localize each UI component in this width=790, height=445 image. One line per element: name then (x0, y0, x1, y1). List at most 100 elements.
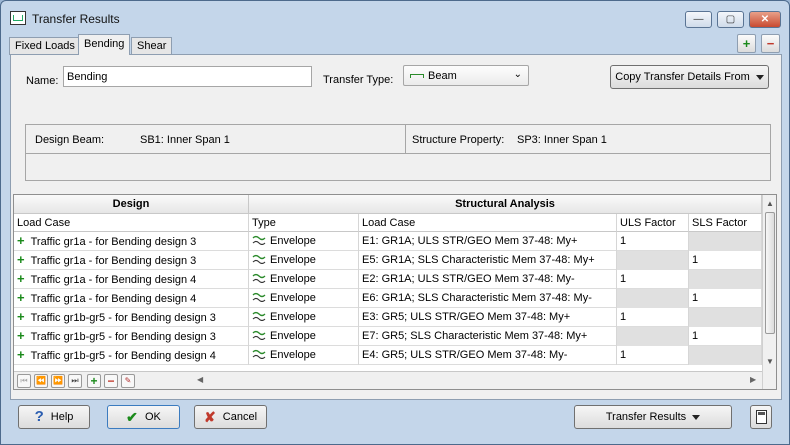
uls-factor-cell[interactable] (617, 289, 689, 308)
sls-factor-cell[interactable] (689, 308, 762, 327)
design-load-case-text: Traffic gr1a - for Bending design 3 (30, 255, 197, 267)
table-row[interactable]: + Traffic gr1b-gr5 - for Bending design 3… (14, 327, 762, 346)
transfer-type-select[interactable]: Beam ⌄ (403, 65, 529, 86)
col-header-design-load-case[interactable]: Load Case (14, 214, 249, 232)
name-label: Name: (26, 75, 59, 87)
type-cell[interactable]: Envelope (249, 289, 359, 308)
sa-load-case-cell[interactable]: E4: GR5; ULS STR/GEO Mem 37-48: My- (359, 346, 617, 365)
sls-factor-cell[interactable] (689, 270, 762, 289)
tab-fixed-loads[interactable]: Fixed Loads (9, 37, 81, 55)
col-header-type[interactable]: Type (249, 214, 359, 232)
edit-row-icon[interactable]: ✎ (121, 374, 135, 388)
envelope-icon (252, 292, 266, 303)
scroll-up-icon[interactable]: ▲ (766, 199, 774, 208)
type-text: Envelope (270, 235, 316, 247)
uls-factor-cell[interactable]: 1 (617, 308, 689, 327)
scroll-right-icon[interactable]: ▶ (750, 375, 756, 384)
table-row[interactable]: + Traffic gr1b-gr5 - for Bending design 4… (14, 346, 762, 365)
sa-load-case-cell[interactable]: E6: GR1A; SLS Characteristic Mem 37-48: … (359, 289, 617, 308)
last-record-icon[interactable]: ⏭ (68, 374, 82, 388)
ok-button[interactable]: ✔ OK (107, 405, 180, 429)
ok-label: OK (144, 411, 161, 423)
sa-load-case-cell[interactable]: E7: GR5; SLS Characteristic Mem 37-48: M… (359, 327, 617, 346)
design-load-case-text: Traffic gr1a - for Bending design 4 (30, 274, 197, 286)
add-icon[interactable]: + (17, 347, 25, 362)
calculator-button[interactable] (750, 405, 772, 429)
tab-label: Fixed Loads (15, 40, 75, 52)
sa-load-case-cell[interactable]: E5: GR1A; SLS Characteristic Mem 37-48: … (359, 251, 617, 270)
transfer-results-button[interactable]: Transfer Results (574, 405, 732, 429)
add-row-icon[interactable]: + (87, 374, 101, 388)
type-cell[interactable]: Envelope (249, 251, 359, 270)
add-transfer-button[interactable]: + (737, 34, 756, 53)
prev-record-icon[interactable]: ⏪ (34, 374, 48, 388)
table-row[interactable]: + Traffic gr1a - for Bending design 3 Enve… (14, 251, 762, 270)
uls-factor-cell[interactable]: 1 (617, 270, 689, 289)
col-header-sa-load-case[interactable]: Load Case (359, 214, 617, 232)
col-header-uls-factor[interactable]: ULS Factor (617, 214, 689, 232)
design-load-case-cell[interactable]: + Traffic gr1a - for Bending design 3 (14, 251, 249, 270)
uls-factor-cell[interactable] (617, 327, 689, 346)
design-load-case-cell[interactable]: + Traffic gr1a - for Bending design 3 (14, 232, 249, 251)
table-row[interactable]: + Traffic gr1a - for Bending design 3 Enve… (14, 232, 762, 251)
table-row[interactable]: + Traffic gr1a - for Bending design 4 Enve… (14, 270, 762, 289)
uls-factor-cell[interactable] (617, 251, 689, 270)
design-load-case-cell[interactable]: + Traffic gr1b-gr5 - for Bending design 4 (14, 346, 249, 365)
sls-factor-cell[interactable] (689, 346, 762, 365)
table-row[interactable]: + Traffic gr1a - for Bending design 4 Enve… (14, 289, 762, 308)
add-icon[interactable]: + (17, 271, 25, 286)
sls-factor-cell[interactable]: 1 (689, 289, 762, 308)
add-icon[interactable]: + (17, 233, 25, 248)
add-icon[interactable]: + (17, 252, 25, 267)
delete-row-icon[interactable]: − (104, 374, 118, 388)
add-icon[interactable]: + (17, 290, 25, 305)
add-icon[interactable]: + (17, 309, 25, 324)
sls-factor-cell[interactable] (689, 232, 762, 251)
transfer-type-label: Transfer Type: (323, 74, 394, 86)
type-cell[interactable]: Envelope (249, 232, 359, 251)
maximize-button[interactable]: ▢ (717, 11, 744, 28)
remove-transfer-button[interactable]: − (761, 34, 780, 53)
tab-shear[interactable]: Shear (131, 37, 173, 55)
scroll-down-icon[interactable]: ▼ (766, 357, 774, 366)
sls-factor-cell[interactable]: 1 (689, 327, 762, 346)
tab-label: Bending (84, 38, 125, 50)
sls-factor-cell[interactable]: 1 (689, 251, 762, 270)
type-cell[interactable]: Envelope (249, 308, 359, 327)
sa-load-case-cell[interactable]: E2: GR1A; ULS STR/GEO Mem 37-48: My- (359, 270, 617, 289)
sa-load-case-cell[interactable]: E3: GR5; ULS STR/GEO Mem 37-48: My+ (359, 308, 617, 327)
sa-load-case-cell[interactable]: E1: GR1A; ULS STR/GEO Mem 37-48: My+ (359, 232, 617, 251)
design-load-case-cell[interactable]: + Traffic gr1b-gr5 - for Bending design 3 (14, 308, 249, 327)
type-cell[interactable]: Envelope (249, 270, 359, 289)
design-load-case-cell[interactable]: + Traffic gr1a - for Bending design 4 (14, 289, 249, 308)
tab-bending[interactable]: Bending (78, 34, 131, 55)
transfer-grid: Design Structural Analysis Load Case Typ… (13, 194, 777, 390)
help-button[interactable]: ? Help (18, 405, 90, 429)
add-icon[interactable]: + (17, 328, 25, 343)
type-text: Envelope (270, 330, 316, 342)
copy-transfer-details-button[interactable]: Copy Transfer Details From (610, 65, 769, 89)
sa-load-case-text: E3: GR5; ULS STR/GEO Mem 37-48: My+ (362, 311, 571, 323)
envelope-icon (252, 254, 266, 265)
col-header-sls-factor[interactable]: SLS Factor (689, 214, 762, 232)
title-bar[interactable]: Transfer Results — ▢ ✕ (1, 1, 789, 33)
type-cell[interactable]: Envelope (249, 327, 359, 346)
table-row[interactable]: + Traffic gr1b-gr5 - for Bending design 3… (14, 308, 762, 327)
sls-factor-text: 1 (692, 254, 699, 266)
scrollbar-thumb[interactable] (765, 212, 775, 334)
type-cell[interactable]: Envelope (249, 346, 359, 365)
dropdown-caret-icon (755, 74, 764, 80)
design-load-case-cell[interactable]: + Traffic gr1b-gr5 - for Bending design 3 (14, 327, 249, 346)
minimize-button[interactable]: — (685, 11, 712, 28)
scroll-left-icon[interactable]: ◀ (197, 375, 203, 384)
next-record-icon[interactable]: ⏩ (51, 374, 65, 388)
first-record-icon[interactable]: ⏮ (17, 374, 31, 388)
vertical-scrollbar[interactable]: ▲ ▼ (762, 195, 776, 389)
structure-property-label: Structure Property: (412, 134, 505, 146)
close-button[interactable]: ✕ (749, 11, 781, 28)
uls-factor-cell[interactable]: 1 (617, 232, 689, 251)
design-load-case-cell[interactable]: + Traffic gr1a - for Bending design 4 (14, 270, 249, 289)
name-input[interactable] (63, 66, 312, 87)
uls-factor-cell[interactable]: 1 (617, 346, 689, 365)
cancel-button[interactable]: ✘ Cancel (194, 405, 267, 429)
